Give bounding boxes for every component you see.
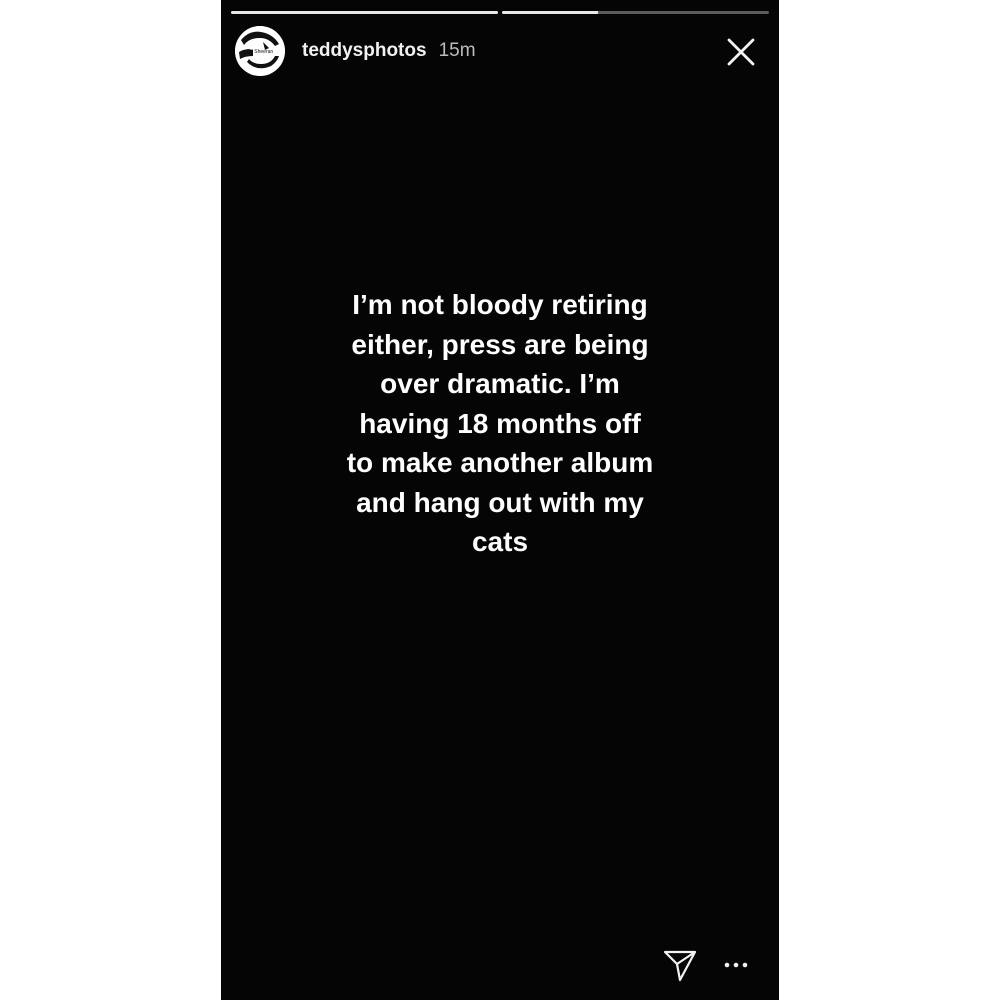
avatar[interactable]: Ed Sheeran [235,26,285,76]
progress-fill-2 [502,11,599,14]
story-text-line: having 18 months off [359,407,641,439]
send-button[interactable] [661,946,699,984]
progress-segment-1 [231,11,498,14]
username[interactable]: teddysphotos [302,40,427,62]
avatar-text: Ed Sheeran [247,49,274,55]
send-icon [663,950,697,982]
story-text-line: cats [471,526,529,557]
progress-segment-2 [502,11,769,14]
avatar-logo-icon: Ed Sheeran [235,26,285,76]
story-text: I’m not bloody retiring either, press ar… [281,285,719,562]
story-viewer: Ed Sheeran teddysphotos 15m I’m not bloo… [221,0,779,1000]
story-text-line: to make another album [346,447,654,478]
story-text-line: and hang out with my [356,486,644,518]
time-ago: 15m [438,40,476,61]
story-text-line: over dramatic. I’m [380,368,620,399]
story-text-line: I’m not bloody retiring [352,289,648,320]
close-button[interactable] [723,34,759,70]
story-text-line: either, press are being [351,328,649,360]
more-options-icon [724,962,748,968]
story-header: Ed Sheeran teddysphotos 15m [235,24,769,78]
more-options-button[interactable] [719,952,753,978]
close-icon [727,38,755,66]
progress-fill-1 [231,11,498,14]
story-progress [231,11,769,14]
